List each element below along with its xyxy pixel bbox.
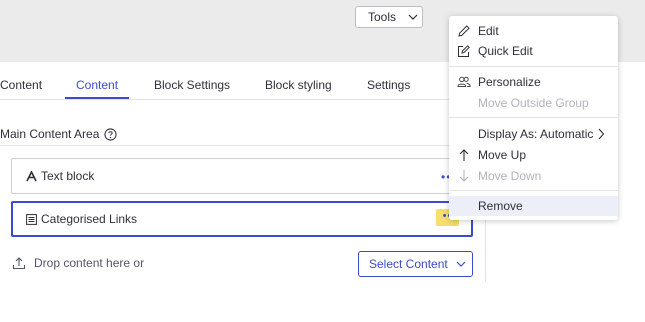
tools-label: Tools [368,10,397,24]
menu-separator [449,117,618,118]
chevron-down-icon [456,261,466,267]
menu-separator [449,66,618,67]
menu-item-label: Edit [478,24,499,38]
menu-item-quick-edit[interactable]: Quick Edit [449,41,618,61]
tools-dropdown-button[interactable]: Tools [355,6,423,28]
chevron-down-icon [408,14,418,20]
text-block-icon [26,170,37,182]
area-divider [0,145,485,146]
menu-item-personalize[interactable]: Personalize [449,72,618,92]
menu-item-label: Remove [478,199,523,213]
pencil-icon [455,23,473,39]
drop-zone-label: Drop content here or [34,256,145,270]
menu-item-label: Move Down [478,169,542,183]
menu-item-display-as[interactable]: Display As: Automatic [449,124,618,144]
block-list-icon [26,213,37,225]
menu-item-remove[interactable]: Remove [449,196,618,216]
users-icon [455,74,473,90]
tabs-divider [0,99,485,100]
drop-zone[interactable]: Drop content here or [12,256,144,270]
content-area-heading: Main Content Area [0,127,117,141]
tab-block-styling[interactable]: Block styling [265,78,332,92]
edit-square-icon [455,43,473,59]
menu-item-move-up[interactable]: Move Up [449,145,618,165]
select-content-label: Select Content [369,257,448,271]
chevron-right-icon [598,128,605,140]
text-block-item[interactable]: Text block [11,158,473,194]
tab-settings[interactable]: Settings [367,78,410,92]
menu-item-label: Move Outside Group [478,96,589,110]
help-icon[interactable] [104,127,117,141]
menu-separator [449,190,618,191]
upload-icon [12,257,26,270]
select-content-button[interactable]: Select Content [358,251,473,277]
menu-item-move-outside-group: Move Outside Group [449,93,618,113]
menu-item-label: Move Up [478,148,527,162]
menu-item-label: Quick Edit [478,44,533,58]
block-context-menu: Edit Quick Edit Personalize Move Outside… [449,16,618,220]
content-area-label: Main Content Area [0,127,100,141]
text-block-label: Text block [41,169,95,183]
menu-item-label: Display As: Automatic [478,127,594,141]
tab-content-partial[interactable]: Content [0,78,42,92]
arrow-down-icon [455,168,473,184]
menu-item-label: Personalize [478,75,541,89]
arrow-up-icon [455,147,473,163]
menu-item-move-down: Move Down [449,166,618,186]
tab-content[interactable]: Content [76,78,118,92]
tab-block-settings[interactable]: Block Settings [154,78,230,92]
categorised-links-block-item[interactable]: Categorised Links [11,201,473,237]
menu-item-edit[interactable]: Edit [449,21,618,41]
categorised-links-label: Categorised Links [41,212,138,226]
